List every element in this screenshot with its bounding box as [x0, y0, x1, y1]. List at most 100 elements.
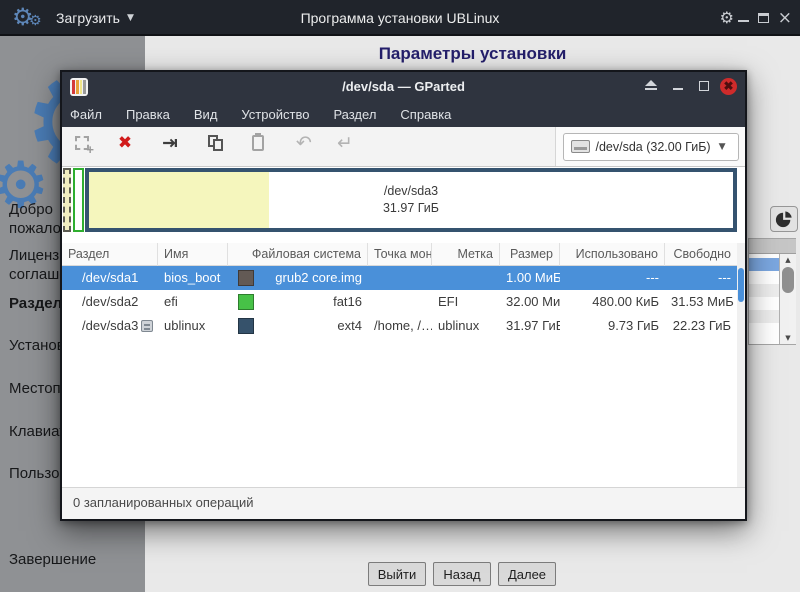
screen: ⚙ ⚙ Загрузить ▼ Программа установки UBLi…	[0, 0, 800, 592]
cell-name: bios_boot	[164, 270, 221, 285]
minimize-icon[interactable]	[737, 20, 749, 22]
cell-size: 31.97 ГиБ	[506, 318, 560, 333]
minimize-icon[interactable]	[673, 88, 683, 90]
mounted-lock-icon	[141, 320, 154, 332]
filesystem-color-swatch	[238, 294, 254, 310]
apply-icon: ↵	[337, 132, 353, 154]
menu-edit[interactable]: Правка	[126, 107, 170, 122]
paste-icon	[252, 133, 264, 151]
window-controls: ×	[737, 0, 792, 36]
header-label[interactable]: Метка	[432, 243, 500, 266]
boot-menu-label: Загрузить	[56, 10, 120, 26]
cell-size: 1.00 МиБ	[506, 270, 560, 285]
table-header	[749, 239, 796, 254]
gear-icon: ⚙	[29, 13, 42, 29]
quit-button[interactable]: Выйти	[368, 562, 426, 586]
header-used[interactable]: Использовано	[560, 243, 665, 266]
menu-file[interactable]: Файл	[70, 107, 102, 122]
header-free[interactable]: Свободно	[665, 243, 737, 266]
table-row[interactable]	[749, 284, 780, 297]
cell-size: 32.00 МиБ	[506, 294, 560, 309]
cell-filesystem: grub2 core.img	[275, 270, 362, 285]
table-row-sda3[interactable]: /dev/sda3 ublinux ext4 /home, /… ublinux…	[62, 314, 737, 338]
table-row-sda2[interactable]: /dev/sda2 efi fat16 EFI 32.00 МиБ 480.00…	[62, 290, 737, 314]
sidebar-item-finish[interactable]: Завершение	[9, 550, 141, 569]
partition-bar-device: /dev/sda3	[383, 184, 439, 198]
scrollbar-thumb[interactable]	[782, 267, 794, 293]
device-selector[interactable]: /dev/sda (32.00 ГиБ) ▼	[562, 132, 739, 161]
gparted-window-title: /dev/sda — GParted	[342, 79, 465, 94]
gparted-titlebar[interactable]: /dev/sda — GParted ✖	[62, 72, 745, 102]
undo-button[interactable]: ↶	[290, 129, 318, 157]
cell-mountpoint: /home, /…	[374, 318, 432, 333]
cell-partition: /dev/sda3	[82, 318, 139, 333]
menu-help[interactable]: Справка	[400, 107, 451, 122]
restore-icon[interactable]	[699, 81, 709, 91]
back-button[interactable]: Назад	[433, 562, 491, 586]
scrollbar-thumb[interactable]	[738, 268, 744, 302]
chevron-down-icon: ▼	[126, 13, 134, 23]
cell-label: ublinux	[438, 318, 480, 333]
device-selector-label: /dev/sda (32.00 ГиБ)	[595, 139, 711, 154]
filesystem-color-swatch	[238, 318, 254, 334]
menu-view[interactable]: Вид	[194, 107, 218, 122]
apply-button[interactable]: ↵	[331, 129, 359, 157]
pie-chart-button[interactable]	[770, 206, 798, 232]
resize-move-button[interactable]: ⇥	[156, 129, 184, 157]
copy-icon	[207, 135, 223, 151]
scroll-down-icon[interactable]: ▼	[780, 334, 796, 342]
close-icon[interactable]: ×	[778, 9, 792, 27]
partition-segment-sda3[interactable]: /dev/sda3 31.97 ГиБ	[85, 168, 737, 232]
resize-move-icon: ⇥	[162, 132, 178, 154]
menu-partition[interactable]: Раздел	[333, 107, 376, 122]
header-name[interactable]: Имя	[158, 243, 228, 266]
gparted-menubar: Файл Правка Вид Устройство Раздел Справк…	[62, 102, 745, 127]
header-mountpoint[interactable]: Точка монт	[368, 243, 432, 266]
cell-free: 22.23 ГиБ	[672, 318, 731, 333]
installer-partition-table-fragment: ▲ ▼	[748, 238, 796, 345]
cell-name: ublinux	[164, 318, 206, 333]
partition-segment-sda1[interactable]	[63, 168, 71, 232]
chevron-down-icon: ▼	[718, 141, 726, 152]
footer-buttons: Выйти Назад Далее	[368, 562, 556, 586]
cell-partition: /dev/sda2	[82, 294, 139, 309]
partition-bar-label: /dev/sda3 31.97 ГиБ	[89, 183, 733, 217]
menu-device[interactable]: Устройство	[241, 107, 309, 122]
header-filesystem[interactable]: Файловая система	[228, 243, 368, 266]
header-partition[interactable]: Раздел	[62, 243, 158, 266]
partition-visual-bar: /dev/sda3 31.97 ГиБ	[62, 167, 745, 243]
next-button[interactable]: Далее	[498, 562, 556, 586]
eject-icon[interactable]	[645, 80, 657, 92]
cell-free: ---	[718, 270, 731, 285]
table-row-sda1[interactable]: /dev/sda1 bios_boot grub2 core.img 1.00 …	[62, 266, 737, 290]
settings-gear-icon[interactable]: ⚙	[720, 0, 734, 36]
device-panel: /dev/sda (32.00 ГиБ) ▼	[555, 127, 745, 166]
partition-table-header: Раздел Имя Файловая система Точка монт М…	[62, 243, 737, 266]
partition-segment-sda2[interactable]	[73, 168, 84, 232]
cell-partition: /dev/sda1	[82, 270, 139, 285]
disk-drive-icon	[570, 140, 590, 153]
undo-icon: ↶	[296, 132, 312, 154]
selected-row[interactable]	[749, 258, 780, 271]
new-partition-button[interactable]	[68, 129, 96, 157]
delete-partition-button[interactable]: ✖	[111, 129, 139, 157]
maximize-icon[interactable]	[757, 13, 769, 23]
boot-menu-button[interactable]: Загрузить ▼	[56, 0, 134, 36]
system-topbar: ⚙ ⚙ Загрузить ▼ Программа установки UBLi…	[0, 0, 800, 36]
scrollbar[interactable]: ▲ ▼	[779, 254, 796, 344]
cell-name: efi	[164, 294, 178, 309]
header-size[interactable]: Размер	[500, 243, 560, 266]
window-title: Программа установки UBLinux	[300, 10, 500, 26]
gparted-window: /dev/sda — GParted ✖ Файл Правка Вид Уст…	[60, 70, 747, 521]
close-icon[interactable]: ✖	[720, 78, 737, 95]
cell-label: EFI	[438, 294, 459, 309]
page-title: Параметры установки	[378, 44, 567, 63]
paste-button[interactable]	[244, 129, 272, 157]
copy-button[interactable]	[201, 129, 229, 157]
cell-used: 9.73 ГиБ	[607, 318, 659, 333]
cell-free: 31.53 МиБ	[671, 294, 734, 309]
table-row[interactable]	[749, 310, 780, 323]
scroll-up-icon[interactable]: ▲	[780, 256, 796, 264]
gparted-table-scrollbar[interactable]	[737, 243, 745, 487]
table-empty-area	[62, 338, 737, 487]
